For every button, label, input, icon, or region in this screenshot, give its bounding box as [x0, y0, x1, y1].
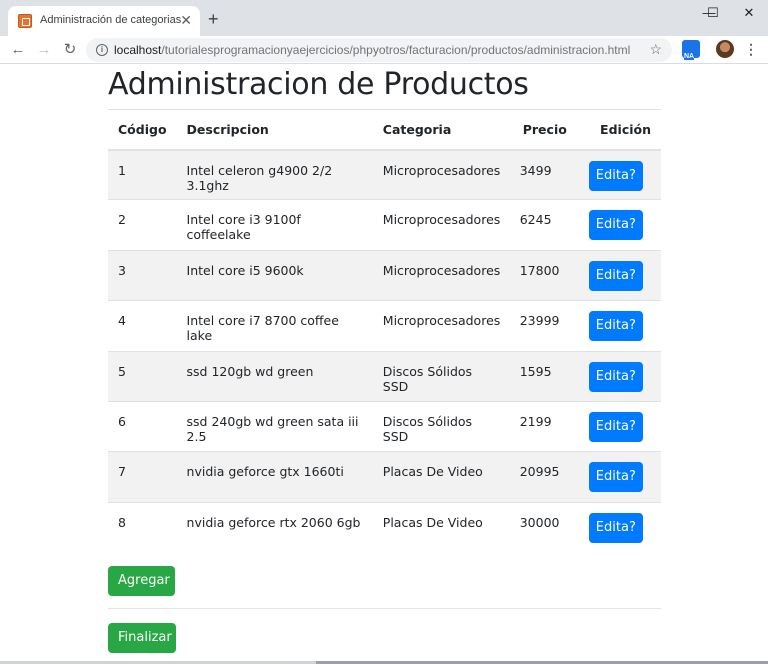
cell-price: 1595 — [510, 350, 577, 402]
reload-icon[interactable]: ↻ — [60, 40, 80, 60]
divider — [108, 608, 661, 609]
table-row: 7 nvidia geforce gtx 1660ti Placas De Vi… — [108, 451, 661, 503]
table-row: 2 Intel core i3 9100f coffeelake Micropr… — [108, 199, 661, 251]
page-title: Administracion de Productos — [108, 67, 529, 102]
cell-edit: Edita? — [576, 451, 661, 503]
new-tab-icon[interactable]: + — [208, 10, 219, 28]
cell-description: nvidia geforce rtx 2060 6gb — [176, 501, 373, 553]
cell-edit: Edita? — [576, 148, 661, 200]
header-description: Descripcion — [176, 109, 373, 151]
cell-description: ssd 240gb wd green sata iii 2.5 — [176, 400, 373, 452]
extension-icon[interactable] — [682, 40, 700, 60]
cell-category: Microprocesadores — [372, 300, 511, 352]
cell-edit: Edita? — [576, 199, 661, 251]
edit-button[interactable]: Edita? — [588, 361, 643, 392]
cell-price: 23999 — [510, 300, 577, 352]
cell-code: 7 — [108, 451, 177, 503]
cell-price: 3499 — [510, 148, 577, 200]
window-close-button[interactable]: ✕ — [734, 4, 764, 22]
cell-description: ssd 120gb wd green — [176, 350, 373, 402]
browser-menu-icon[interactable]: ⋮ — [744, 40, 758, 58]
cell-category: Discos Sólidos SSD — [372, 350, 511, 402]
add-button[interactable]: Agregar — [108, 566, 175, 596]
header-price: Precio — [510, 109, 577, 151]
url-path: /tutorialesprogramacionyaejercicios/phpy… — [161, 43, 631, 57]
xampp-favicon-icon — [18, 14, 32, 28]
page-content: Administracion de Productos Código Descr… — [108, 64, 661, 553]
profile-avatar[interactable] — [716, 40, 734, 58]
cell-price: 6245 — [510, 199, 577, 251]
cell-edit: Edita? — [576, 300, 661, 352]
cell-description: Intel celeron g4900 2/2 3.1ghz — [176, 148, 373, 200]
cell-edit: Edita? — [576, 501, 661, 553]
cell-category: Microprocesadores — [372, 199, 511, 251]
cell-code: 3 — [108, 249, 177, 301]
browser-toolbar: ← → ↻ i localhost/tutorialesprogramacion… — [0, 36, 768, 64]
bookmark-star-icon[interactable]: ☆ — [649, 41, 662, 58]
cell-description: nvidia geforce gtx 1660ti — [176, 451, 373, 503]
header-edit: Edición — [576, 109, 661, 151]
header-code: Código — [108, 109, 177, 151]
cell-price: 2199 — [510, 400, 577, 452]
table-row: 6 ssd 240gb wd green sata iii 2.5 Discos… — [108, 400, 661, 452]
cell-description: Intel core i5 9600k — [176, 249, 373, 301]
cell-category: Placas De Video — [372, 451, 511, 503]
finish-button[interactable]: Finalizar — [108, 623, 176, 653]
cell-code: 4 — [108, 300, 177, 352]
cell-code: 2 — [108, 199, 177, 251]
edit-button[interactable]: Edita? — [588, 411, 643, 442]
cell-edit: Edita? — [576, 350, 661, 402]
cell-price: 20995 — [510, 451, 577, 503]
edit-button[interactable]: Edita? — [588, 311, 643, 342]
table-row: 1 Intel celeron g4900 2/2 3.1ghz Micropr… — [108, 148, 661, 200]
table-row: 3 Intel core i5 9600k Microprocesadores … — [108, 249, 661, 301]
cell-edit: Edita? — [576, 400, 661, 452]
window-maximize-button[interactable]: ☐ — [698, 4, 728, 22]
cell-code: 8 — [108, 501, 177, 553]
browser-tab-strip: Administración de categorias ✕ + — ☐ ✕ — [0, 0, 768, 36]
back-arrow-icon[interactable]: ← — [8, 40, 28, 60]
address-bar[interactable]: i localhost/tutorialesprogramacionyaejer… — [86, 38, 672, 62]
table-row: 5 ssd 120gb wd green Discos Sólidos SSD … — [108, 350, 661, 402]
edit-button[interactable]: Edita? — [588, 260, 643, 291]
cell-category: Discos Sólidos SSD — [372, 400, 511, 452]
tab-close-icon[interactable]: ✕ — [180, 12, 192, 28]
table-row: 4 Intel core i7 8700 coffee lake Micropr… — [108, 300, 661, 352]
edit-button[interactable]: Edita? — [588, 210, 643, 241]
products-table: Código Descripcion Categoria Precio Edic… — [108, 109, 661, 553]
cell-description: Intel core i7 8700 coffee lake — [176, 300, 373, 352]
tab-title: Administración de categorias — [40, 14, 182, 26]
cell-category: Microprocesadores — [372, 249, 511, 301]
cell-price: 30000 — [510, 501, 577, 553]
cell-edit: Edita? — [576, 249, 661, 301]
cell-description: Intel core i3 9100f coffeelake — [176, 199, 373, 251]
edit-button[interactable]: Edita? — [588, 160, 643, 191]
forward-arrow-icon[interactable]: → — [34, 40, 54, 60]
url-text: localhost/tutorialesprogramacionyaejerci… — [114, 43, 630, 57]
browser-tab[interactable]: Administración de categorias ✕ — [8, 6, 200, 36]
cell-category: Placas De Video — [372, 501, 511, 553]
cell-code: 6 — [108, 400, 177, 452]
cell-category: Microprocesadores — [372, 148, 511, 200]
info-icon[interactable]: i — [96, 44, 108, 56]
edit-button[interactable]: Edita? — [588, 462, 643, 493]
header-category: Categoria — [372, 109, 511, 151]
url-host: localhost — [114, 43, 162, 57]
table-row: 8 nvidia geforce rtx 2060 6gb Placas De … — [108, 501, 661, 553]
cell-code: 1 — [108, 148, 177, 200]
cell-code: 5 — [108, 350, 177, 402]
table-header-row: Código Descripcion Categoria Precio Edic… — [108, 109, 661, 151]
cell-price: 17800 — [510, 249, 577, 301]
edit-button[interactable]: Edita? — [588, 512, 643, 543]
